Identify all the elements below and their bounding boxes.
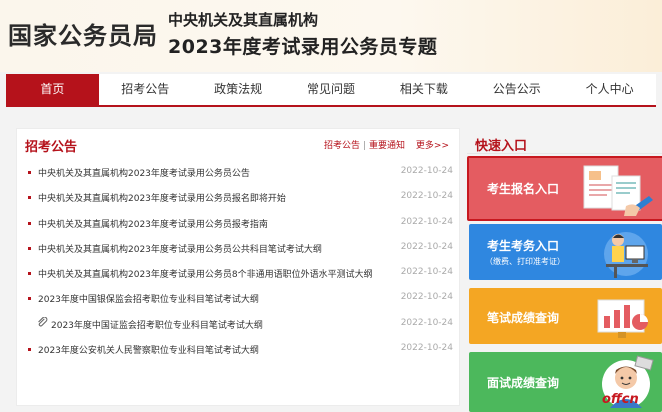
news-title[interactable]: 中央机关及其直属机构2023年度考试录用公务员8个非通用语职位外语水平测试大纲: [38, 267, 373, 280]
exam-affairs-entry-sub: （缴费、打印准考证）: [485, 257, 565, 266]
news-date: 2022-10-24: [400, 241, 453, 252]
link-important-notices[interactable]: 重要通知: [369, 141, 405, 151]
bullet: [28, 196, 31, 200]
bullet: [28, 297, 31, 301]
written-score-query-label: 笔试成绩查询: [487, 311, 560, 325]
nav-recruitment-notices[interactable]: 招考公告: [99, 74, 192, 105]
bullet: [28, 348, 31, 352]
registration-form-illustration: [583, 165, 653, 216]
brand-watermark: offcn: [602, 392, 639, 407]
header-title: 2023年度考试录用公务员专题: [168, 36, 438, 58]
candidate-at-computer-illustration: [604, 232, 648, 278]
news-item[interactable]: 2023年度中国银保监会招考职位专业科目笔试考试大纲 2022-10-24: [27, 287, 457, 312]
score-chart-illustration: [597, 299, 648, 338]
news-date: 2022-10-24: [400, 267, 453, 278]
news-title[interactable]: 中央机关及其直属机构2023年度考试录用公务员公共科目笔试考试大纲: [38, 242, 322, 255]
divider: [467, 153, 662, 154]
news-date: 2022-10-24: [400, 343, 453, 354]
nav-downloads[interactable]: 相关下载: [377, 74, 470, 105]
news-date: 2022-10-24: [400, 191, 453, 202]
exam-affairs-entry-label: 考生考务入口: [487, 239, 560, 253]
news-title[interactable]: 2023年度中国银保监会招考职位专业科目笔试考试大纲: [38, 292, 259, 305]
exam-affairs-entry-button[interactable]: 考生考务入口 （缴费、打印准考证）: [469, 224, 662, 280]
news-title[interactable]: 中央机关及其直属机构2023年度考试录用公务员公告: [38, 166, 250, 179]
quick-entry-title: 快速入口: [475, 139, 528, 154]
news-date: 2022-10-24: [400, 166, 453, 176]
news-list: 中央机关及其直属机构2023年度考试录用公务员公告 2022-10-24 中央机关…: [27, 161, 457, 363]
news-title[interactable]: 中央机关及其直属机构2023年度考试录用公务员报名即将开始: [38, 191, 286, 204]
quick-entry-panel: 快速入口 考生报名入口 考生考务入口 （缴费、打印准考证） 笔试成绩查询 面试成…: [467, 128, 662, 412]
news-item[interactable]: 中央机关及其直属机构2023年度考试录用公务员8个非通用语职位外语水平测试大纲 2…: [27, 262, 457, 287]
separator: |: [362, 141, 367, 151]
news-panel-links: 招考公告 | 重要通知 更多>>: [324, 138, 449, 151]
registration-entry-label: 考生报名入口: [487, 182, 560, 196]
news-item[interactable]: 2023年度公安机关人民警察职位专业科目笔试考试大纲 2022-10-24: [27, 338, 457, 363]
bullet: [28, 171, 31, 174]
registration-entry-button[interactable]: 考生报名入口: [467, 156, 662, 221]
news-title[interactable]: 2023年度中国证监会招考职位专业科目笔试考试大纲: [51, 318, 263, 331]
news-title[interactable]: 2023年度公安机关人民警察职位专业科目笔试考试大纲: [38, 343, 259, 356]
written-score-query-button[interactable]: 笔试成绩查询: [469, 288, 662, 344]
news-item[interactable]: 中央机关及其直属机构2023年度考试录用公务员公告 2022-10-24: [27, 161, 457, 186]
news-title[interactable]: 中央机关及其直属机构2023年度考试录用公务员报考指南: [38, 217, 268, 230]
nav-policies[interactable]: 政策法规: [192, 74, 285, 105]
news-item[interactable]: 中央机关及其直属机构2023年度考试录用公务员报名即将开始 2022-10-24: [27, 186, 457, 211]
main-nav: 首页 招考公告 政策法规 常见问题 相关下载 公告公示 个人中心: [6, 74, 656, 107]
link-recruitment-notices[interactable]: 招考公告: [324, 141, 360, 151]
news-date: 2022-10-24: [400, 317, 453, 328]
nav-announcements[interactable]: 公告公示: [470, 74, 563, 105]
news-date: 2022-10-24: [400, 292, 453, 303]
news-date: 2022-10-24: [400, 216, 453, 227]
nav-home[interactable]: 首页: [6, 74, 99, 105]
site-title[interactable]: 国家公务员局: [8, 16, 158, 51]
more-link[interactable]: 更多>>: [416, 141, 449, 151]
header-subtitle: 中央机关及其直属机构: [168, 11, 319, 29]
site-header: 国家公务员局 中央机关及其直属机构 2023年度考试录用公务员专题: [0, 0, 662, 72]
news-panel-header: 招考公告 招考公告 | 重要通知 更多>>: [25, 136, 451, 155]
interview-score-query-label: 面试成绩查询: [487, 376, 560, 390]
news-item[interactable]: 2023年度中国证监会招考职位专业科目笔试考试大纲 2022-10-24: [27, 313, 457, 338]
paperclip-icon: [37, 316, 48, 331]
bullet: [28, 272, 31, 276]
news-panel: 招考公告 招考公告 | 重要通知 更多>> 中央机关及其直属机构2023年度考试录用…: [16, 128, 460, 406]
bullet: [28, 221, 31, 225]
news-item[interactable]: 中央机关及其直属机构2023年度考试录用公务员报考指南 2022-10-24: [27, 212, 457, 237]
nav-faq[interactable]: 常见问题: [285, 74, 378, 105]
news-panel-title: 招考公告: [25, 140, 78, 155]
bullet: [28, 246, 31, 250]
nav-personal-center[interactable]: 个人中心: [563, 74, 656, 105]
news-item[interactable]: 中央机关及其直属机构2023年度考试录用公务员公共科目笔试考试大纲 2022-10…: [27, 237, 457, 262]
